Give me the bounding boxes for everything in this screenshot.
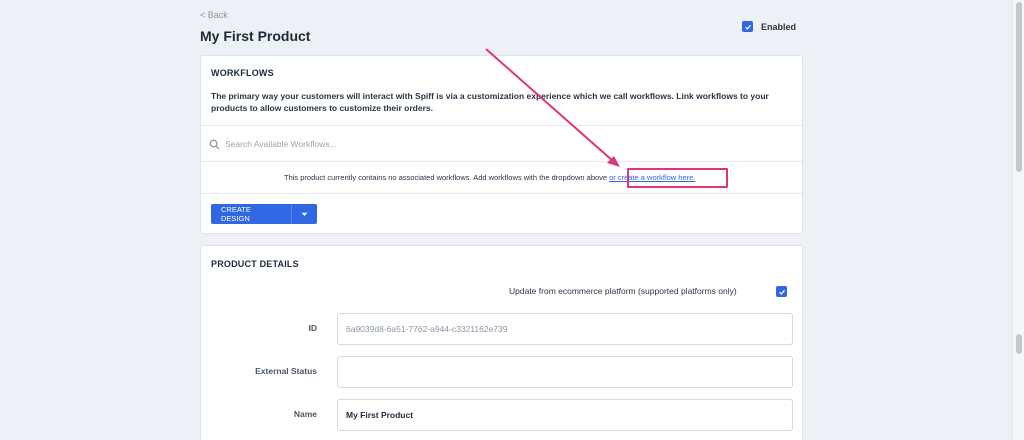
page-title: My First Product — [200, 28, 311, 44]
name-field[interactable]: My First Product — [337, 399, 793, 431]
field-label: Name — [293, 409, 317, 419]
check-icon — [744, 24, 751, 30]
enabled-toggle[interactable]: Enabled — [742, 21, 796, 32]
product-details-card: PRODUCT DETAILS Update from ecommerce pl… — [200, 245, 803, 440]
external-status-field[interactable] — [337, 356, 793, 388]
field-row-id: ID 6a9039d8-6a51-7762-a944-c3321162e739 — [201, 313, 802, 345]
create-design-button[interactable]: CREATE DESIGN — [211, 204, 291, 224]
check-icon — [778, 289, 785, 295]
workflow-notice: This product currently contains no assoc… — [284, 173, 695, 182]
create-design-button-group: CREATE DESIGN — [211, 204, 317, 224]
workflows-description: The primary way your customers will inte… — [211, 91, 769, 113]
workflow-search — [201, 125, 802, 162]
update-platform-checkbox[interactable] — [776, 286, 787, 297]
workflow-notice-text: This product currently contains no assoc… — [284, 173, 608, 182]
create-workflow-link[interactable]: or create a workflow here. — [609, 173, 695, 182]
field-label: External Status — [255, 366, 317, 376]
page-scrollbar[interactable] — [1012, 0, 1024, 440]
id-field[interactable]: 6a9039d8-6a51-7762-a944-c3321162e739 — [337, 313, 793, 345]
enabled-checkbox[interactable] — [742, 21, 753, 32]
enabled-label: Enabled — [761, 21, 797, 32]
create-design-dropdown-button[interactable] — [291, 204, 317, 224]
update-platform-label: Update from ecommerce platform (supporte… — [509, 286, 737, 296]
workflow-notice-row: This product currently contains no assoc… — [201, 162, 802, 194]
scrollbar-marker — [1016, 334, 1022, 354]
workflows-card: WORKFLOWS The primary way your customers… — [200, 55, 803, 234]
field-row-external-status: External Status — [201, 356, 802, 388]
field-row-name: Name My First Product — [201, 399, 802, 431]
back-link[interactable]: < Back — [200, 10, 228, 20]
field-label: ID — [308, 323, 318, 333]
caret-down-icon — [301, 212, 308, 216]
scrollbar-thumb[interactable] — [1016, 2, 1022, 172]
search-icon — [209, 139, 220, 150]
workflow-search-input[interactable] — [225, 135, 785, 153]
product-details-heading: PRODUCT DETAILS — [211, 259, 299, 269]
workflows-heading: WORKFLOWS — [211, 68, 274, 78]
